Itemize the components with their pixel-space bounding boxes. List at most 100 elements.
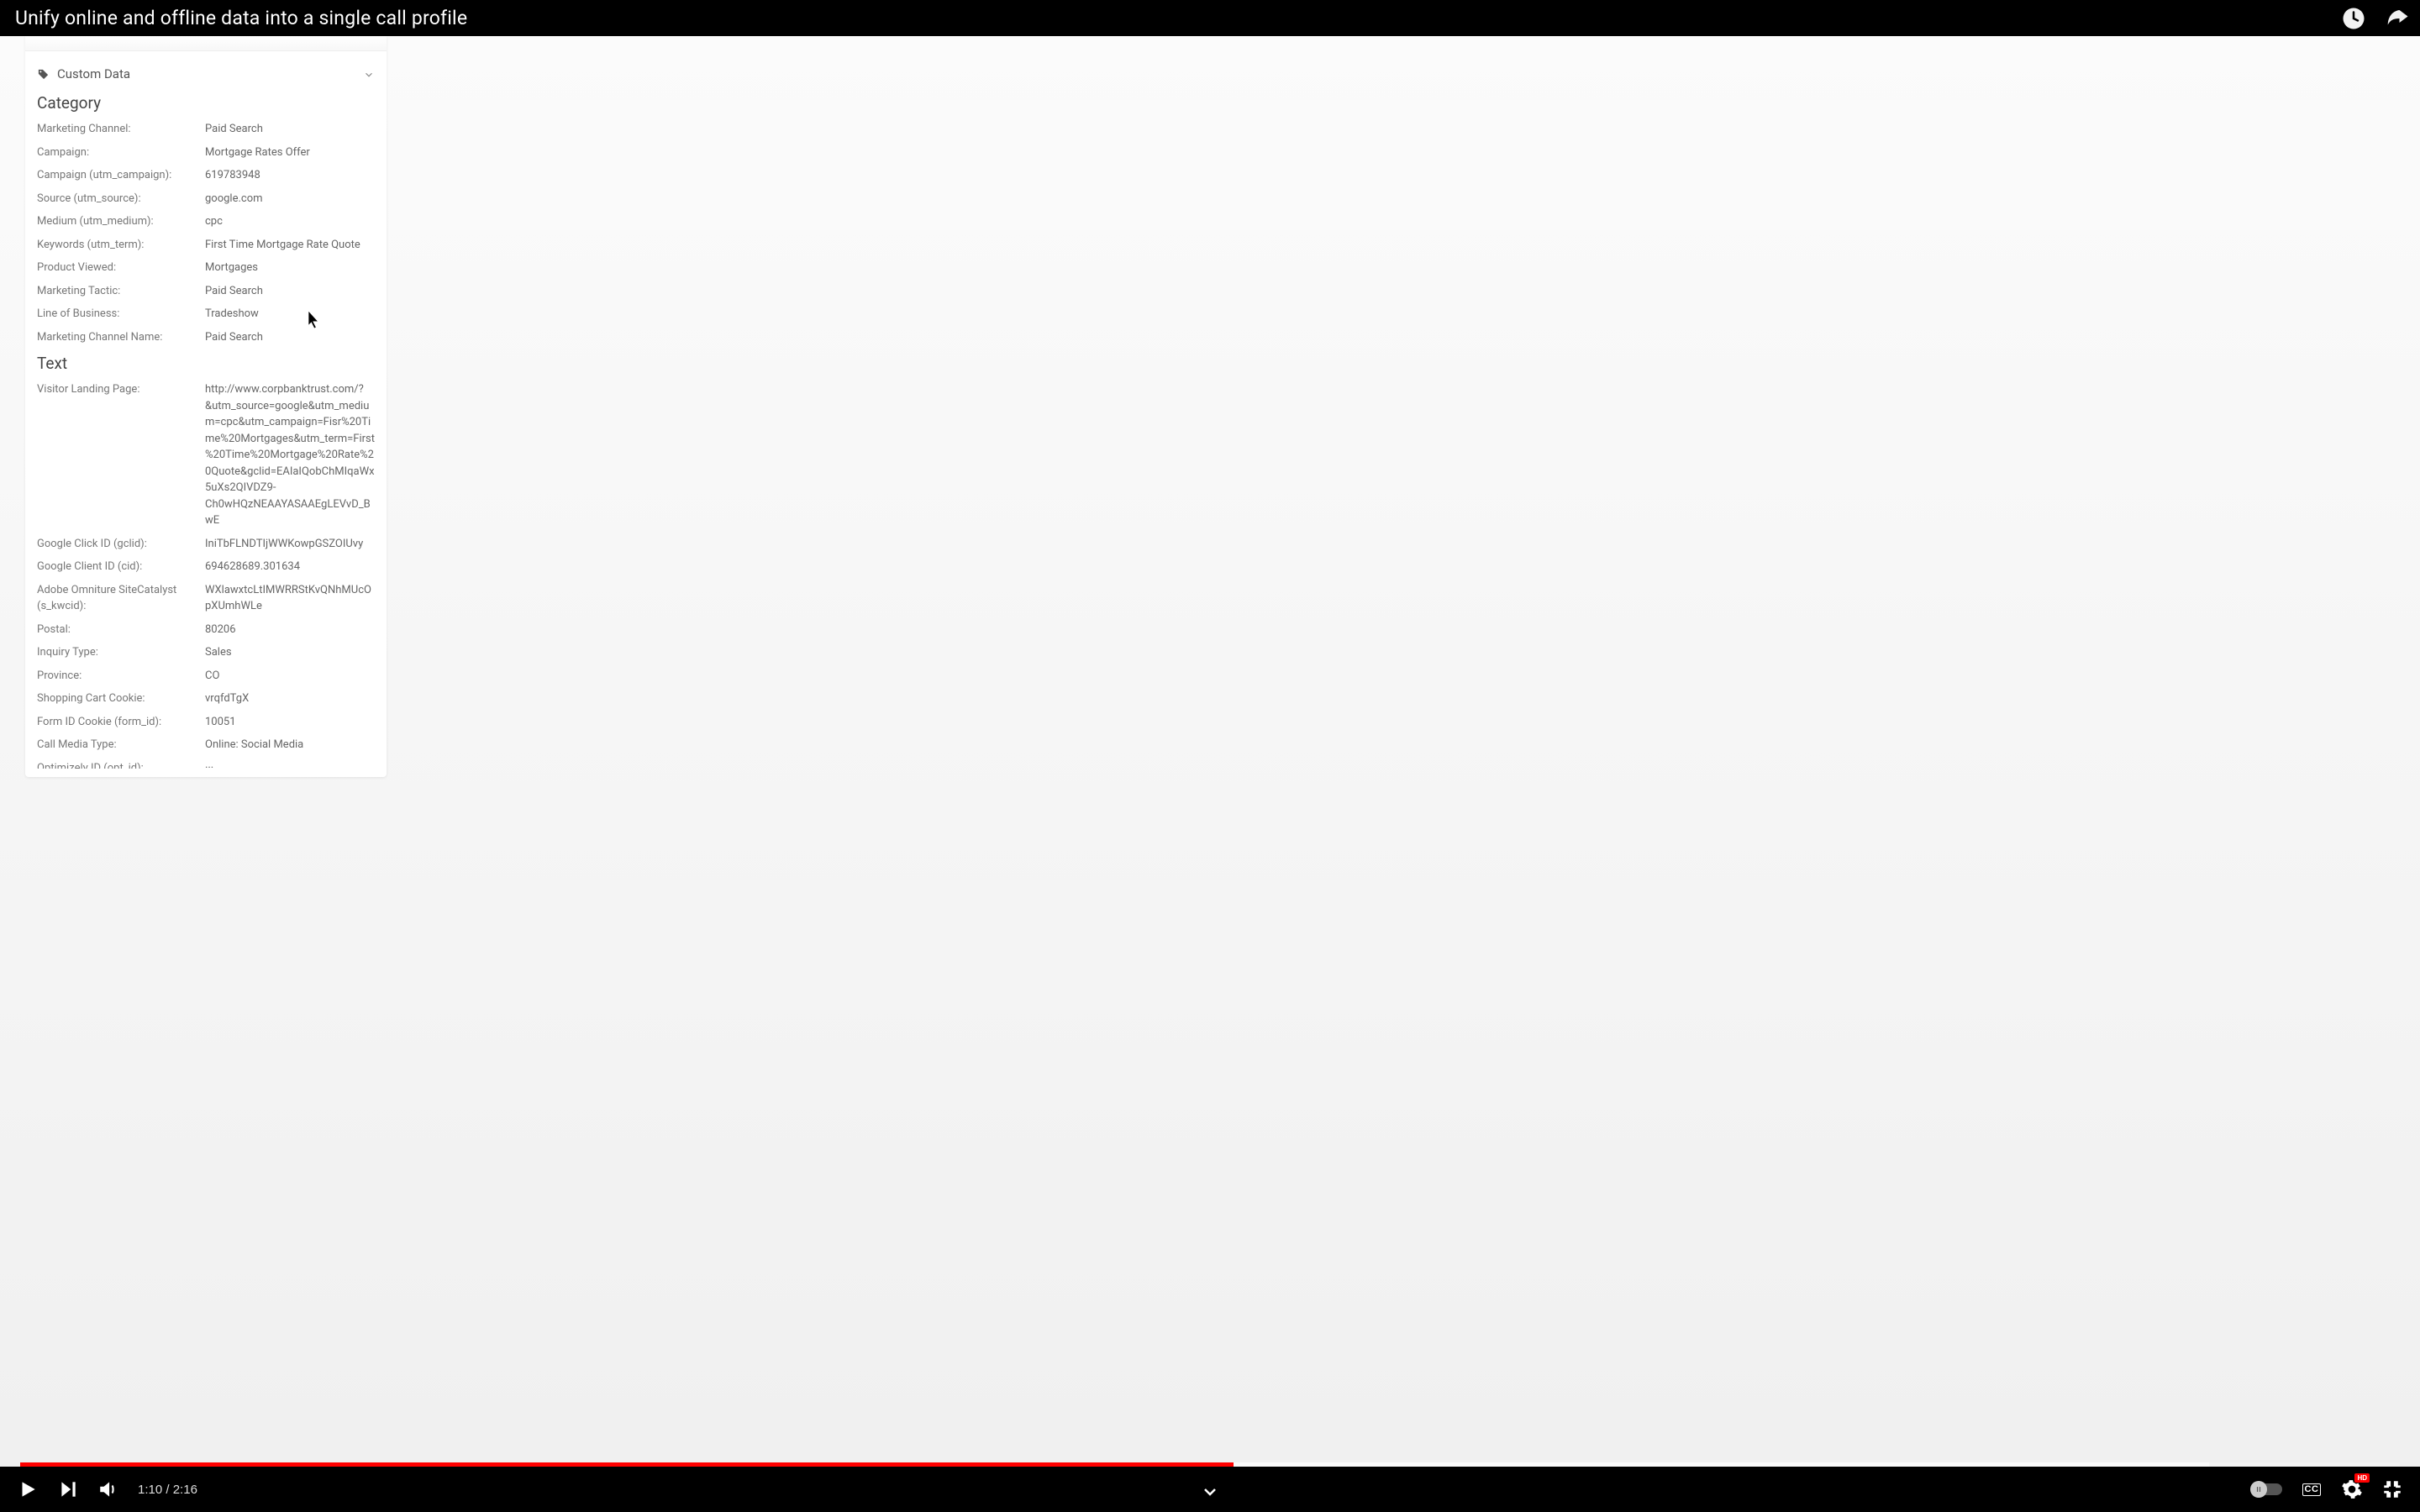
kv-row: Adobe Omniture SiteCatalyst (s_kwcid):WX… <box>25 579 387 618</box>
kv-row: Medium (utm_medium):cpc <box>25 210 387 234</box>
kv-row: Keywords (utm_term):First Time Mortgage … <box>25 234 387 257</box>
kv-value: WXlawxtcLtIMWRRStKvQNhMUcOpXUmhWLe <box>205 582 375 615</box>
kv-label: Inquiry Type: <box>37 644 205 661</box>
kv-row: Marketing Tactic:Paid Search <box>25 280 387 303</box>
kv-value: Mortgages <box>205 260 258 276</box>
chevron-down-icon <box>363 68 375 80</box>
kv-value: 619783948 <box>205 167 260 184</box>
controls-left: 1:10 / 2:16 <box>17 1478 197 1500</box>
hd-badge: HD <box>2354 1473 2370 1483</box>
next-icon <box>57 1478 79 1500</box>
autoplay-toggle[interactable] <box>2252 1483 2282 1495</box>
kv-label: Medium (utm_medium): <box>37 213 205 230</box>
captions-button[interactable]: CC <box>2301 1478 2323 1500</box>
kv-value: 10051 <box>205 714 236 731</box>
pause-icon <box>2254 1485 2263 1494</box>
video-content: Custom Data Category Marketing Channel:P… <box>0 36 2420 1467</box>
kv-row: Marketing Channel:Paid Search <box>25 118 387 141</box>
share-icon <box>2385 6 2410 31</box>
chevron-down-icon <box>1200 1482 1220 1502</box>
time-current: 1:10 <box>138 1483 162 1497</box>
section-title: Custom Data <box>57 66 130 81</box>
next-button[interactable] <box>57 1478 79 1500</box>
time-display: 1:10 / 2:16 <box>138 1483 197 1497</box>
section-header-left: Custom Data <box>37 66 130 81</box>
kv-row: Form ID Cookie (form_id):10051 <box>25 711 387 734</box>
kv-value: First Time Mortgage Rate Quote <box>205 237 360 254</box>
collapse-chevron-button[interactable] <box>1200 1482 1220 1502</box>
title-bar-actions <box>2341 6 2410 31</box>
kv-row: Line of Business:Tradeshow <box>25 302 387 326</box>
time-total: 2:16 <box>173 1483 197 1497</box>
kv-row: Google Click ID (gclid):IniTbFLNDTIjWWKo… <box>25 533 387 556</box>
kv-value: google.com <box>205 191 263 207</box>
kv-label: Marketing Channel: <box>37 121 205 138</box>
kv-label: Form ID Cookie (form_id): <box>37 714 205 731</box>
kv-value: Mortgage Rates Offer <box>205 144 310 161</box>
kv-value: Paid Search <box>205 121 263 138</box>
kv-row: Visitor Landing Page:http://www.corpbank… <box>25 378 387 533</box>
custom-data-panel: Custom Data Category Marketing Channel:P… <box>25 36 387 777</box>
kv-row: Inquiry Type:Sales <box>25 641 387 664</box>
kv-label: Marketing Channel Name: <box>37 329 205 346</box>
kv-row: Google Client ID (cid):694628689.301634 <box>25 555 387 579</box>
kv-label: Shopping Cart Cookie: <box>37 690 205 707</box>
tag-icon <box>37 68 50 81</box>
kv-label: Postal: <box>37 622 205 638</box>
kv-value: vrqfdTgX <box>205 690 249 707</box>
kv-label: Product Viewed: <box>37 260 205 276</box>
kv-value: 80206 <box>205 622 236 638</box>
play-icon <box>17 1478 39 1500</box>
panel-top-strip <box>25 36 387 51</box>
exit-fullscreen-icon <box>2381 1478 2403 1500</box>
kv-label: Google Click ID (gclid): <box>37 536 205 553</box>
kv-row: Province:CO <box>25 664 387 688</box>
kv-label: Optimizely ID (opt_id): <box>37 760 205 769</box>
kv-label: Campaign: <box>37 144 205 161</box>
kv-row-cutoff: Optimizely ID (opt_id):··· <box>25 757 387 769</box>
custom-data-header[interactable]: Custom Data <box>25 51 387 88</box>
kv-row: Call Media Type:Online: Social Media <box>25 733 387 757</box>
kv-label: Marketing Tactic: <box>37 283 205 300</box>
kv-row: Shopping Cart Cookie:vrqfdTgX <box>25 687 387 711</box>
kv-label: Source (utm_source): <box>37 191 205 207</box>
controls-right: CC HD <box>2252 1478 2403 1500</box>
toggle-knob <box>2250 1481 2267 1498</box>
watch-later-button[interactable] <box>2341 6 2366 31</box>
kv-row: Postal:80206 <box>25 618 387 642</box>
kv-value: 694628689.301634 <box>205 559 300 575</box>
settings-button[interactable]: HD <box>2341 1478 2363 1500</box>
kv-value: cpc <box>205 213 223 230</box>
kv-label: Campaign (utm_campaign): <box>37 167 205 184</box>
kv-label: Line of Business: <box>37 306 205 323</box>
kv-row: Campaign (utm_campaign):619783948 <box>25 164 387 187</box>
volume-button[interactable] <box>97 1478 119 1500</box>
exit-fullscreen-button[interactable] <box>2381 1478 2403 1500</box>
time-separator: / <box>162 1483 173 1497</box>
volume-icon <box>97 1478 119 1500</box>
share-button[interactable] <box>2385 6 2410 31</box>
cc-icon: CC <box>2302 1483 2322 1496</box>
kv-label: Keywords (utm_term): <box>37 237 205 254</box>
kv-row: Source (utm_source):google.com <box>25 187 387 211</box>
kv-label: Google Client ID (cid): <box>37 559 205 575</box>
kv-label: Adobe Omniture SiteCatalyst (s_kwcid): <box>37 582 205 615</box>
kv-label: Visitor Landing Page: <box>37 381 205 398</box>
clock-icon <box>2341 6 2366 31</box>
kv-row: Marketing Channel Name:Paid Search <box>25 326 387 349</box>
kv-row: Campaign:Mortgage Rates Offer <box>25 141 387 165</box>
kv-row: Product Viewed:Mortgages <box>25 256 387 280</box>
kv-value: ··· <box>205 760 213 769</box>
group-heading-category: Category <box>25 88 387 118</box>
kv-label: Province: <box>37 668 205 685</box>
kv-value: Sales <box>205 644 232 661</box>
kv-value: Paid Search <box>205 283 263 300</box>
video-title: Unify online and offline data into a sin… <box>15 7 467 29</box>
kv-value: Tradeshow <box>205 306 259 323</box>
play-button[interactable] <box>17 1478 39 1500</box>
kv-value: CO <box>205 668 219 685</box>
video-title-bar: Unify online and offline data into a sin… <box>0 0 2420 36</box>
kv-value: Online: Social Media <box>205 737 303 753</box>
group-heading-text: Text <box>25 349 387 378</box>
kv-value: IniTbFLNDTIjWWKowpGSZOIUvy <box>205 536 363 553</box>
